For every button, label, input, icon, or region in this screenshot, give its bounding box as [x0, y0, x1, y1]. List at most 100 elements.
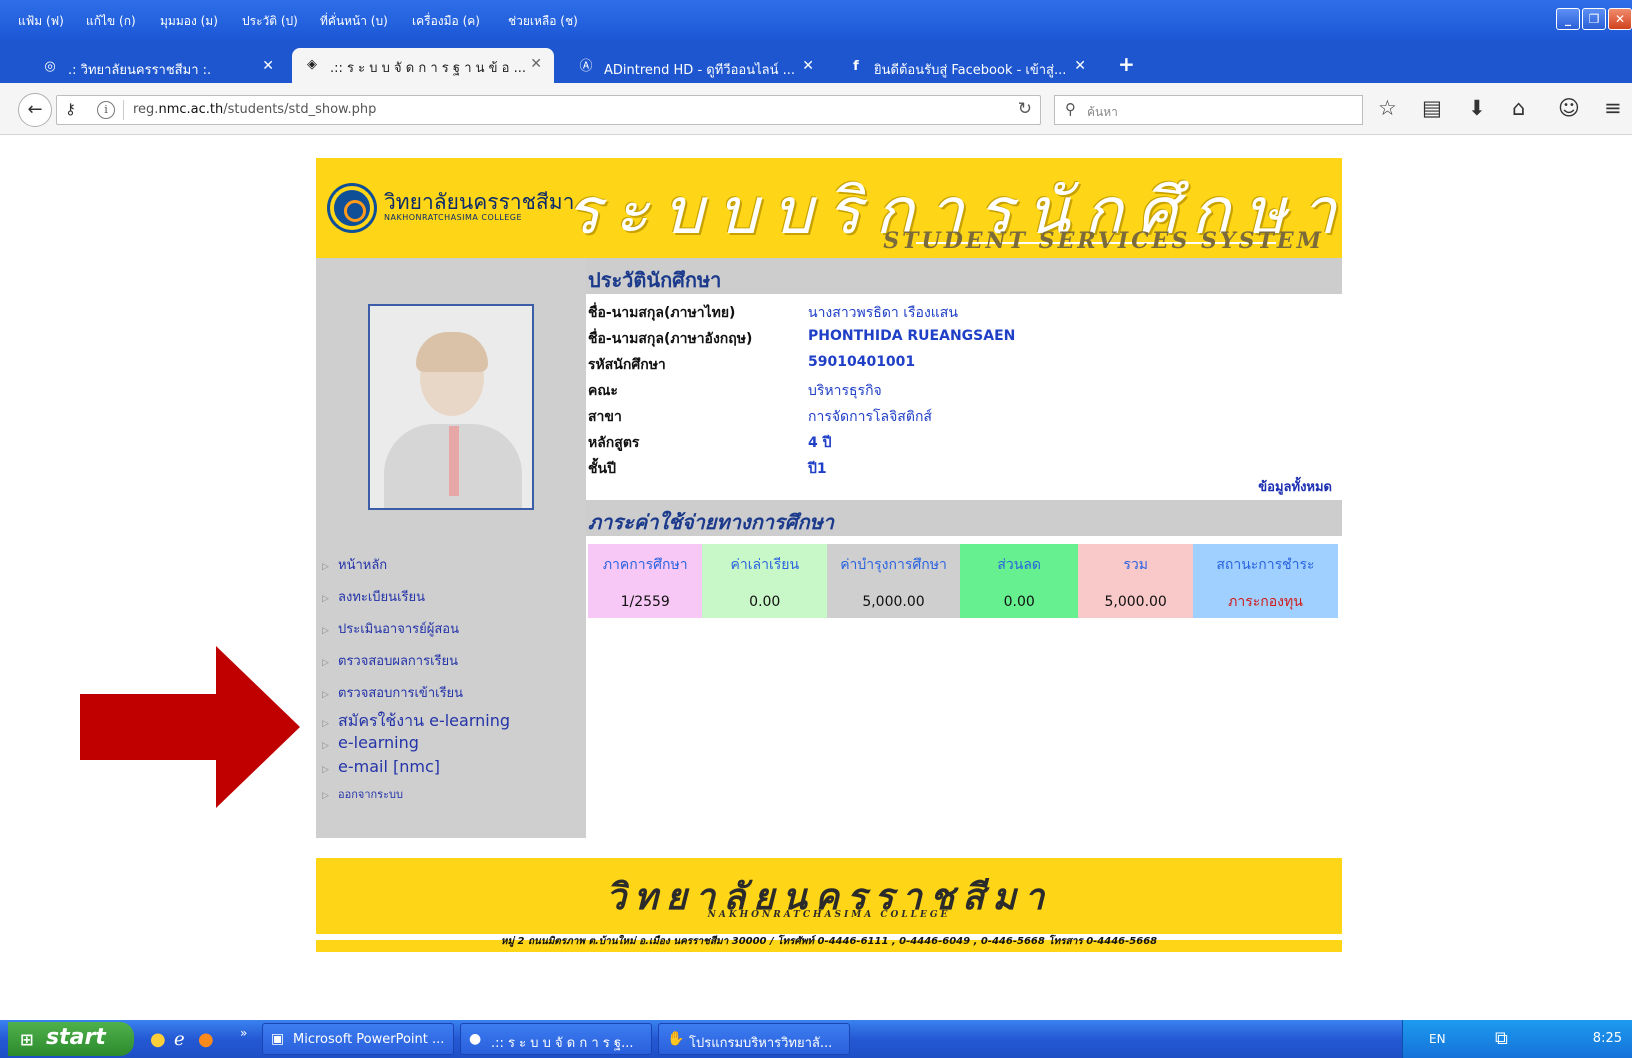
library-icon[interactable]: ▤: [1422, 96, 1442, 120]
bullet-icon: ▷: [322, 741, 329, 751]
tab-facebook[interactable]: f ยินดีต้อนรับสู่ Facebook - เข้าสู่... …: [836, 50, 1098, 83]
task-college-program[interactable]: ✋ โปรแกรมบริหารวิทยาลั...: [658, 1023, 850, 1055]
system-tray: EN ⧉ 8:25: [1402, 1020, 1632, 1058]
nav-home[interactable]: ▷ หน้าหลัก: [322, 554, 387, 575]
college-logo-icon: [330, 186, 374, 230]
cell-discount: 0.00: [959, 586, 1079, 618]
internet-explorer-icon[interactable]: ℯ: [174, 1029, 185, 1050]
browser-window: แฟ้ม (ฟ) แก้ไข (ก) มุมมอง (ม) ประวัติ (ป…: [0, 0, 1632, 1020]
info-label: ชื่อ-นามสกุล(ภาษาอังกฤษ): [588, 331, 753, 347]
menu-file[interactable]: แฟ้ม (ฟ): [18, 12, 64, 31]
profile-section-header: ประวัตินักศึกษา: [586, 258, 1342, 294]
nav-label: ตรวจสอบการเข้าเรียน: [338, 686, 464, 701]
red-arrow-annotation: [80, 646, 300, 808]
tab-student-system[interactable]: ◈ .:: ร ะ บ บ จั ด ก า ร ฐ า น ข้ อ ... …: [292, 48, 554, 83]
menu-edit[interactable]: แก้ไข (ก): [86, 12, 136, 31]
site-info-icon[interactable]: i: [97, 101, 115, 119]
handshake-icon: ✋: [667, 1031, 685, 1047]
column-header-discount: ส่วนลด: [959, 544, 1079, 586]
fees-section-header: ภาระค่าใช้จ่ายทางการศึกษา: [586, 500, 1342, 536]
home-icon[interactable]: ⌂: [1512, 96, 1525, 120]
cell-total: 5,000.00: [1078, 586, 1193, 618]
menu-history[interactable]: ประวัติ (ป): [242, 12, 298, 31]
bullet-icon: ▷: [322, 562, 329, 572]
key-icon: ⚷: [65, 100, 76, 118]
bookmark-star-icon[interactable]: ☆: [1378, 96, 1397, 120]
menu-hamburger-icon[interactable]: ≡: [1604, 96, 1622, 120]
nav-label: หน้าหลัก: [338, 558, 388, 573]
back-button[interactable]: ←: [18, 93, 52, 127]
language-indicator[interactable]: EN: [1429, 1032, 1446, 1046]
menu-tools[interactable]: เครื่องมือ (ค): [412, 12, 480, 31]
bullet-icon: ▷: [322, 765, 329, 775]
firefox-icon[interactable]: ●: [198, 1029, 214, 1050]
download-icon[interactable]: ⬇: [1468, 96, 1486, 120]
minimize-icon[interactable]: _: [1556, 8, 1580, 30]
college-logo-icon: ◎: [44, 59, 56, 74]
facebook-icon: f: [853, 59, 859, 74]
close-tab-icon[interactable]: ✕: [530, 56, 542, 72]
info-label: คณะ: [588, 383, 618, 399]
reload-icon[interactable]: ↻: [1018, 99, 1032, 119]
bullet-icon: ▷: [322, 594, 329, 604]
tab-adintrend[interactable]: Ⓐ ADintrend HD - ดูทีวีออนไลน์ ... ✕: [566, 50, 826, 83]
task-label: Microsoft PowerPoint ...: [293, 1032, 445, 1047]
new-tab-button[interactable]: +: [1118, 52, 1135, 76]
nav-check-attendance[interactable]: ▷ ตรวจสอบการเข้าเรียน: [322, 682, 463, 703]
menu-bookmarks[interactable]: ที่คั่นหน้า (บ): [320, 12, 388, 31]
divider: [123, 100, 124, 120]
close-tab-icon[interactable]: ✕: [1074, 58, 1086, 74]
tab-label: .:: ร ะ บ บ จั ด ก า ร ฐ า น ข้ อ ...: [330, 61, 527, 76]
address-bar[interactable]: ⚷ i reg.nmc.ac.th/students/std_show.php …: [56, 95, 1041, 125]
url-domain: nmc.ac.th: [158, 102, 224, 117]
nav-logout[interactable]: ▷ ออกจากระบบ: [322, 785, 403, 803]
info-label: รหัสนักศึกษา: [588, 357, 666, 373]
menu-view[interactable]: มุมมอง (ม): [160, 12, 218, 31]
info-label: ชื่อ-นามสกุล(ภาษาไทย): [588, 305, 736, 321]
task-powerpoint[interactable]: ▣ Microsoft PowerPoint ...: [262, 1023, 454, 1055]
pocket-icon[interactable]: ☺: [1558, 96, 1580, 120]
fees-table: ภาคการศึกษา ค่าเล่าเรียน ค่าบำรุงการศึกษ…: [588, 544, 1338, 618]
nav-teacher-evaluation[interactable]: ▷ ประเมินอาจารย์ผู้สอน: [322, 618, 459, 639]
close-window-icon[interactable]: ✕: [1608, 8, 1632, 30]
info-value: 59010401001: [808, 354, 916, 370]
student-photo: [368, 304, 534, 510]
network-icon[interactable]: ⧉: [1495, 1028, 1508, 1049]
info-value: ปี1: [808, 461, 827, 477]
nav-registration[interactable]: ▷ ลงทะเบียนเรียน: [322, 586, 425, 607]
chrome-icon[interactable]: ●: [150, 1029, 166, 1050]
start-button[interactable]: ⊞ start: [8, 1022, 134, 1056]
info-label: สาขา: [588, 409, 622, 425]
column-header-total: รวม: [1078, 544, 1193, 586]
start-label: start: [46, 1025, 106, 1050]
site-footer: วิทยาลัยนครราชสีมา NAKHONRATCHASIMA COLL…: [316, 858, 1342, 934]
chevron-icon[interactable]: »: [240, 1026, 247, 1040]
nav-elearning[interactable]: ▷ e-learning: [322, 733, 419, 752]
nav-elearning-signup[interactable]: ▷ สมัครใช้งาน e-learning: [322, 709, 510, 734]
cell-semester: 1/2559: [588, 586, 703, 618]
college-logo-icon: ◈: [307, 57, 317, 72]
tab-label: ADintrend HD - ดูทีวีออนไลน์ ...: [604, 63, 796, 78]
nav-label: ออกจากระบบ: [338, 788, 403, 801]
all-data-link[interactable]: ข้อมูลทั้งหมด: [1258, 476, 1332, 497]
tab-label: ยินดีต้อนรับสู่ Facebook - เข้าสู่...: [874, 63, 1067, 78]
menu-help[interactable]: ช่วยเหลือ (ช): [508, 12, 578, 31]
nav-check-grades[interactable]: ▷ ตรวจสอบผลการเรียน: [322, 650, 458, 671]
back-arrow-icon: ←: [27, 99, 43, 120]
search-input[interactable]: ⚲ ค้นหา: [1054, 95, 1363, 125]
info-label: หลักสูตร: [588, 435, 640, 451]
restore-icon[interactable]: ❐: [1582, 8, 1606, 30]
table-row: 1/2559 0.00 5,000.00 0.00 5,000.00 ภาระก…: [588, 586, 1338, 618]
table-header-row: ภาคการศึกษา ค่าเล่าเรียน ค่าบำรุงการศึกษ…: [588, 544, 1338, 586]
clock: 8:25: [1592, 1031, 1622, 1046]
nav-label: e-mail [nmc]: [338, 757, 440, 776]
close-tab-icon[interactable]: ✕: [802, 58, 814, 74]
nav-email[interactable]: ▷ e-mail [nmc]: [322, 757, 440, 776]
info-value: 4 ปี: [808, 435, 832, 451]
avatar-tie: [449, 426, 459, 496]
close-tab-icon[interactable]: ✕: [262, 58, 274, 74]
task-firefox-student-system[interactable]: ● .:: ร ะ บ บ จั ด ก า ร ฐ...: [460, 1023, 652, 1055]
task-label: .:: ร ะ บ บ จั ด ก า ร ฐ...: [491, 1036, 634, 1051]
nav-label: ประเมินอาจารย์ผู้สอน: [338, 622, 459, 637]
tab-college-home[interactable]: ◎ .: วิทยาลัยนครราชสีมา :. ✕: [30, 50, 286, 83]
